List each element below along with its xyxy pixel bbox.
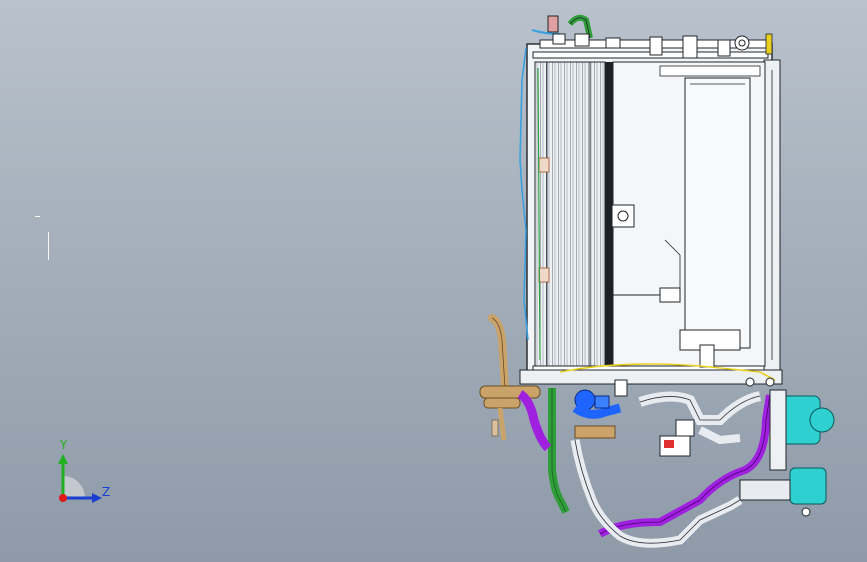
radiator-assembly-model[interactable] <box>0 0 867 562</box>
graphics-viewport[interactable]: Y Z <box>0 0 867 562</box>
triad-z-label: Z <box>102 485 111 499</box>
solenoid-valve <box>659 419 695 457</box>
green-hose <box>548 388 570 514</box>
view-orientation-triad[interactable]: Y Z <box>40 438 120 520</box>
electric-water-pump <box>739 389 835 517</box>
triad-y-label: Y <box>60 438 68 452</box>
fan-shroud <box>611 61 766 368</box>
blue-valve-cluster <box>572 379 628 439</box>
triad-axes <box>58 454 102 503</box>
